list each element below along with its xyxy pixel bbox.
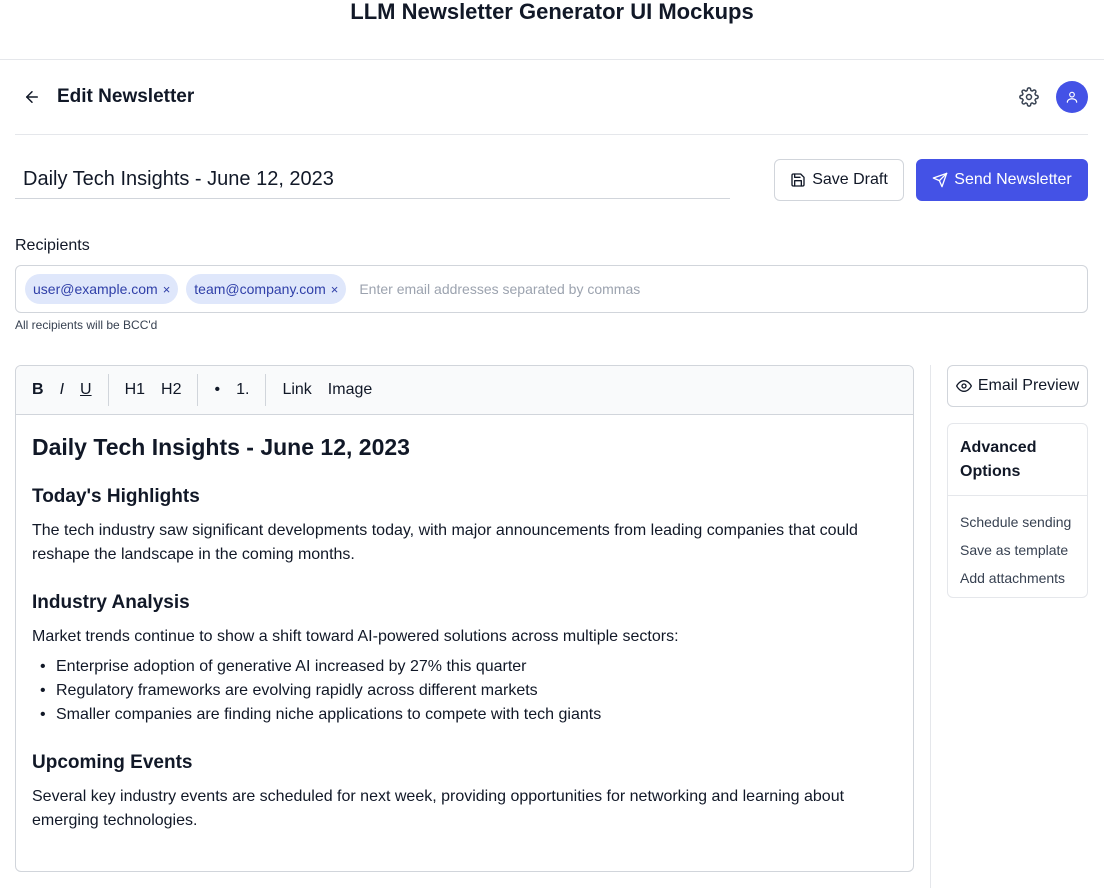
recipient-chip[interactable]: team@company.com ×	[186, 274, 347, 304]
advanced-options-panel: Advanced Options Schedule sending Save a…	[947, 423, 1088, 598]
bold-button[interactable]: B	[24, 380, 52, 400]
advanced-options-list: Schedule sending Save as template Add at…	[948, 496, 1087, 604]
remove-recipient-icon[interactable]: ×	[163, 282, 171, 297]
toolbar-divider	[265, 374, 267, 406]
eye-icon	[955, 380, 972, 392]
toolbar-divider	[107, 374, 109, 406]
numbered-list-button[interactable]: 1.	[228, 380, 257, 400]
save-draft-label: Save Draft	[812, 171, 888, 188]
content-heading: Daily Tech Insights - June 12, 2023	[32, 434, 410, 460]
remove-recipient-icon[interactable]: ×	[331, 282, 339, 297]
advanced-options-title: Advanced Options	[948, 424, 1087, 496]
send-newsletter-button[interactable]: Send Newsletter	[916, 159, 1088, 201]
save-draft-button[interactable]: Save Draft	[774, 159, 904, 201]
recipient-email-input[interactable]	[354, 281, 1087, 297]
italic-button[interactable]: I	[52, 380, 72, 400]
email-preview-label: Email Preview	[977, 377, 1080, 394]
section-text: Several key industry events are schedule…	[32, 788, 845, 829]
toolbar-divider	[197, 374, 199, 406]
bullet-list-button[interactable]: •	[206, 380, 228, 400]
list-item: Smaller companies are finding niche appl…	[40, 703, 897, 727]
floppy-disk-icon	[791, 173, 805, 187]
section-text: Market trends continue to show a shift t…	[32, 628, 679, 645]
recipient-email: team@company.com	[194, 281, 326, 297]
paper-plane-icon	[932, 172, 948, 188]
insert-link-button[interactable]: Link	[274, 380, 319, 400]
avatar[interactable]	[1056, 81, 1088, 113]
newsletter-editor[interactable]: B I U H1 H2 • 1. Link Image Daily Tech I…	[15, 365, 914, 872]
user-icon	[1066, 91, 1078, 103]
list-item: Regulatory frameworks are evolving rapid…	[40, 679, 897, 703]
section-text: The tech industry saw significant develo…	[32, 522, 858, 563]
recipient-email: user@example.com	[33, 281, 158, 297]
newsletter-title-input[interactable]	[15, 160, 730, 199]
mockup-title: LLM Newsletter Generator UI Mockups	[0, 0, 1104, 60]
formatting-toolbar: B I U H1 H2 • 1. Link Image	[16, 366, 913, 415]
editor-content[interactable]: Daily Tech Insights - June 12, 2023 Toda…	[16, 415, 913, 833]
heading1-button[interactable]: H1	[117, 380, 153, 400]
recipient-chip[interactable]: user@example.com ×	[25, 274, 179, 304]
add-attachments-option[interactable]: Add attachments	[960, 564, 1075, 592]
sidebar-divider	[930, 365, 931, 888]
list-item: Enterprise adoption of generative AI inc…	[40, 655, 897, 679]
section-title: Upcoming Events	[32, 752, 193, 773]
send-newsletter-label: Send Newsletter	[954, 171, 1072, 188]
arrow-left-icon	[26, 91, 38, 103]
save-template-option[interactable]: Save as template	[960, 536, 1075, 564]
recipients-label: Recipients	[15, 237, 90, 254]
back-button[interactable]	[15, 80, 49, 114]
recipients-field[interactable]: user@example.com × team@company.com ×	[15, 265, 1088, 313]
app-header: Edit Newsletter	[15, 60, 1088, 135]
gear-icon	[1019, 87, 1039, 107]
bullet-list: Enterprise adoption of generative AI inc…	[32, 655, 897, 727]
section-title: Industry Analysis	[32, 592, 190, 613]
underline-button[interactable]: U	[72, 380, 100, 400]
section-title: Today's Highlights	[32, 486, 200, 507]
settings-button[interactable]	[1014, 82, 1044, 112]
insert-image-button[interactable]: Image	[320, 380, 380, 400]
heading2-button[interactable]: H2	[153, 380, 189, 400]
schedule-sending-option[interactable]: Schedule sending	[960, 508, 1075, 536]
email-preview-button[interactable]: Email Preview	[947, 365, 1088, 407]
page-title: Edit Newsletter	[57, 86, 195, 107]
bcc-note: All recipients will be BCC'd	[15, 318, 158, 332]
